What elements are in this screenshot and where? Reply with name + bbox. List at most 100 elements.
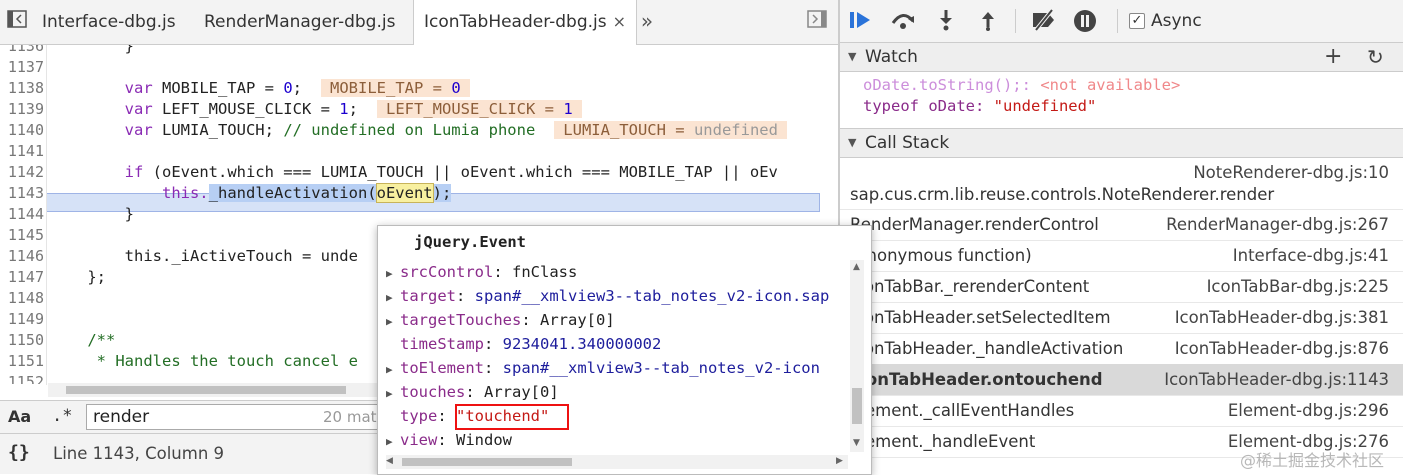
line-number[interactable]: 1138	[0, 79, 44, 97]
object-property[interactable]: ▶ targetTouches: Array[0]	[386, 311, 615, 329]
code-text: MOBILE_TAP =	[152, 79, 284, 97]
watermark: @稀土掘金技术社区	[1240, 451, 1385, 470]
toggle-navigator-icon[interactable]	[6, 10, 28, 32]
code-text: ;	[292, 79, 302, 97]
scroll-down-icon[interactable]: ▼	[853, 438, 860, 448]
object-property[interactable]: ▶ view: Window	[386, 431, 512, 449]
line-number[interactable]: 1137	[0, 58, 44, 76]
tab-rendermanager[interactable]: RenderManager-dbg.js	[194, 0, 405, 44]
property-key: toElement	[400, 359, 484, 377]
line-number[interactable]: 1145	[0, 226, 44, 244]
step-out-icon[interactable]	[975, 9, 1001, 33]
property-key: target	[400, 287, 456, 305]
line-number[interactable]: 1146	[0, 247, 44, 265]
watch-item[interactable]: oDate.toString();: <not available>	[863, 76, 1180, 94]
scroll-thumb[interactable]	[402, 458, 572, 466]
code-line: }	[50, 205, 134, 223]
scroll-up-icon[interactable]: ▲	[853, 262, 860, 272]
cursor-position: Line 1143, Column 9	[53, 444, 225, 463]
step-over-icon[interactable]	[890, 9, 916, 33]
code-line: * Handles the touch cancel e	[50, 352, 358, 370]
expand-arrow-icon[interactable]: ▶	[386, 435, 400, 448]
expand-arrow-icon[interactable]: ▶	[386, 363, 400, 376]
object-property[interactable]: ▶ touches: Array[0]	[386, 383, 559, 401]
line-number[interactable]: 1148	[0, 289, 44, 307]
search-value: render	[93, 407, 150, 427]
call-frame[interactable]: (anonymous function) Interface-dbg.js:41	[840, 240, 1403, 272]
object-property[interactable]: timeStamp: 9234041.340000002	[386, 335, 661, 353]
code-line: }	[50, 45, 134, 55]
resume-icon[interactable]	[848, 9, 874, 33]
line-number[interactable]: 1143	[0, 184, 44, 202]
line-number[interactable]: 1150	[0, 331, 44, 349]
expand-arrow-icon[interactable]: ▶	[386, 387, 400, 400]
property-key: targetTouches	[400, 311, 522, 329]
scroll-left-icon[interactable]: ◀	[386, 456, 393, 466]
pause-on-exceptions-icon[interactable]	[1072, 9, 1098, 33]
frame-location: IconTabHeader-dbg.js:381	[1174, 308, 1389, 327]
property-value: fnClass	[512, 263, 578, 281]
call-frame[interactable]: RenderManager.renderControl RenderManager…	[840, 209, 1403, 241]
call-frame[interactable]: IconTabHeader._handleActivation IconTabHe…	[840, 333, 1403, 365]
popover-vscrollbar[interactable]: ▲ ▼	[850, 260, 864, 452]
code-text: }	[50, 45, 134, 55]
property-value: 9234041.340000002	[502, 335, 662, 353]
scroll-right-icon[interactable]: ▶	[836, 456, 843, 466]
section-title: Watch	[865, 47, 918, 67]
deactivate-breakpoints-icon[interactable]	[1030, 8, 1056, 33]
regex-button[interactable]: .*	[52, 406, 72, 426]
toolbar-separator	[1015, 9, 1016, 33]
line-number[interactable]: 1142	[0, 163, 44, 181]
close-tab-icon[interactable]: ×	[613, 12, 626, 31]
line-number[interactable]: 1139	[0, 100, 44, 118]
line-number[interactable]: 1152	[0, 373, 44, 384]
tab-icontabheader[interactable]: IconTabHeader-dbg.js ×	[413, 0, 638, 45]
toggle-debugger-icon[interactable]	[806, 10, 828, 32]
expand-arrow-icon[interactable]: ▶	[386, 267, 400, 280]
line-number[interactable]: 1136	[0, 45, 44, 55]
search-input[interactable]: render 20 matc	[86, 404, 386, 430]
call-stack-header[interactable]: ▼ Call Stack	[840, 128, 1403, 158]
call-frame[interactable]: sap.cus.crm.lib.reuse.controls.NoteRende…	[840, 157, 1403, 210]
expand-arrow-icon[interactable]: ▶	[386, 291, 400, 304]
call-frame[interactable]: IconTabBar._rerenderContent IconTabBar-db…	[840, 271, 1403, 303]
watch-header[interactable]: ▼ Watch + ↻	[840, 42, 1403, 72]
keyword: var	[124, 79, 153, 97]
inline-value-value: undefined	[693, 121, 778, 139]
line-number[interactable]: 1149	[0, 310, 44, 328]
keyword: var	[124, 100, 153, 118]
add-watch-icon[interactable]: +	[1324, 43, 1342, 71]
property-value: Array[0]	[540, 311, 615, 329]
more-tabs-icon[interactable]: »	[636, 10, 658, 32]
tab-interface[interactable]: Interface-dbg.js	[32, 0, 186, 44]
call-frame[interactable]: Element._callEventHandles Element-dbg.js:…	[840, 395, 1403, 427]
object-property[interactable]: ▶ srcControl: fnClass	[386, 263, 577, 281]
match-case-button[interactable]: Aa	[8, 407, 31, 426]
code-line: this._handleActivation(oEvent);	[50, 183, 452, 203]
expand-arrow-icon[interactable]: ▶	[386, 315, 400, 328]
line-number[interactable]: 1140	[0, 121, 44, 139]
frame-function: RenderManager.renderControl	[850, 215, 1099, 234]
line-number[interactable]: 1147	[0, 268, 44, 286]
call-frame[interactable]: IconTabHeader.setSelectedItem IconTabHead…	[840, 302, 1403, 334]
code-comment: // undefined on Lumia phone	[283, 121, 536, 139]
scroll-thumb[interactable]	[66, 386, 346, 394]
scroll-thumb[interactable]	[852, 388, 862, 424]
pretty-print-button[interactable]: {}	[8, 442, 30, 463]
line-number[interactable]: 1141	[0, 142, 44, 160]
async-checkbox[interactable]: ✓	[1129, 13, 1145, 29]
line-number[interactable]: 1151	[0, 352, 44, 370]
popover-hscrollbar[interactable]: ◀ ▶	[386, 455, 848, 469]
hovered-variable[interactable]: oEvent	[375, 183, 434, 203]
object-property[interactable]: ▶ target: span#__xmlview3--tab_notes_v2-i…	[386, 287, 829, 305]
property-value: span#__xmlview3--tab_notes_v2-icon.sap	[474, 287, 830, 305]
frame-function: IconTabBar._rerenderContent	[850, 277, 1090, 296]
step-into-icon[interactable]	[933, 9, 959, 33]
refresh-icon[interactable]: ↻	[1367, 43, 1384, 71]
async-label: Async	[1151, 11, 1202, 31]
call-frame[interactable]: IconTabHeader.ontouchend IconTabHeader-db…	[840, 364, 1403, 396]
keyword: if	[124, 163, 144, 181]
object-property[interactable]: ▶ toElement: span#__xmlview3--tab_notes_v…	[386, 359, 820, 377]
line-number[interactable]: 1144	[0, 205, 44, 223]
watch-item[interactable]: typeof oDate: "undefined"	[863, 97, 1096, 115]
